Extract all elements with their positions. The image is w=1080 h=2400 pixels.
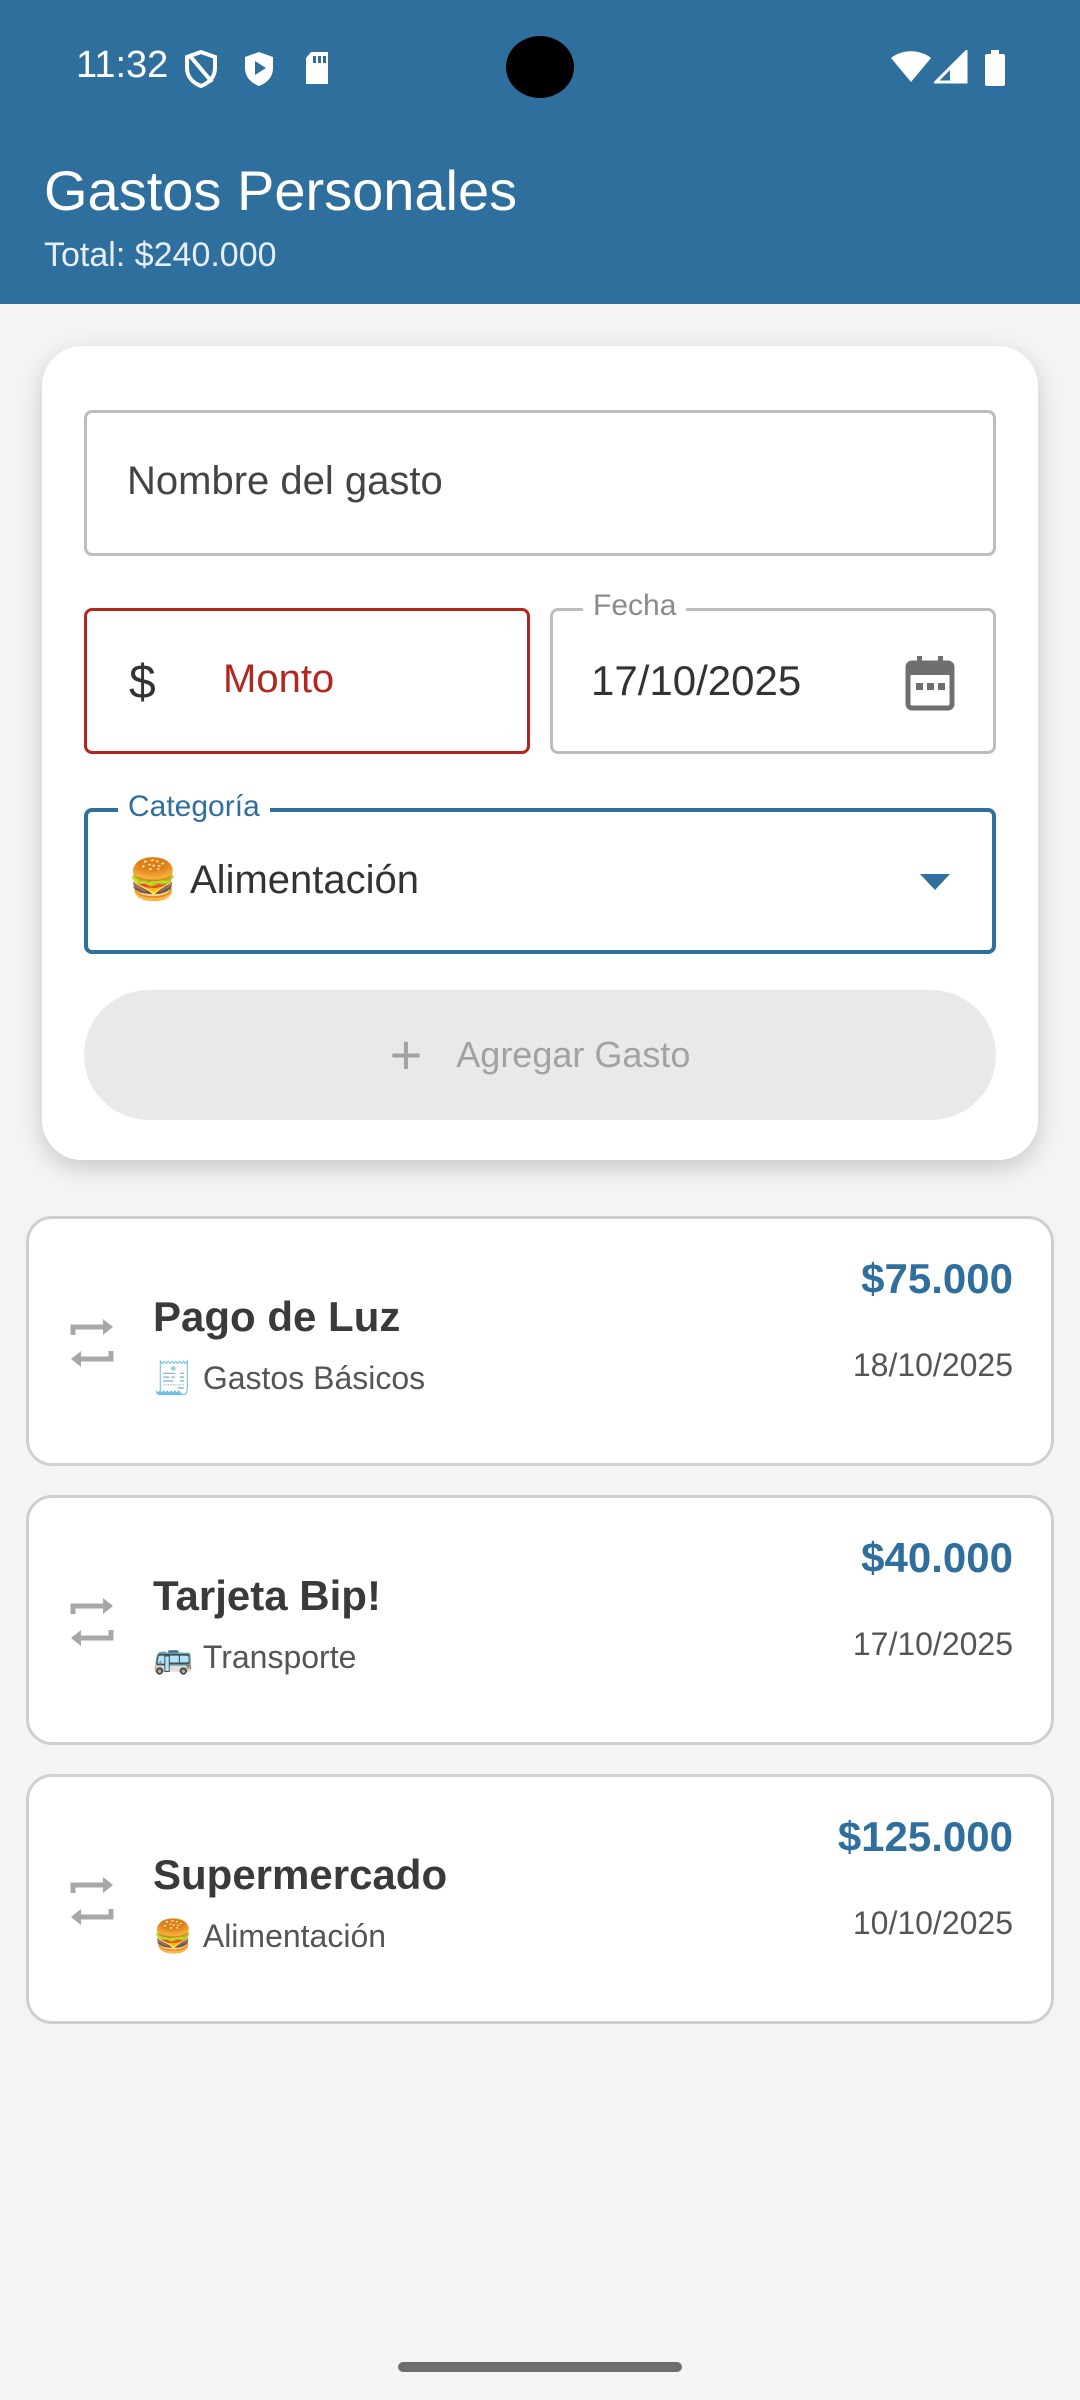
expense-amount: $40.000 [861, 1534, 1013, 1581]
signal-icon [934, 50, 968, 84]
currency-prefix: $ [129, 656, 156, 709]
expense-category: 🍔 Alimentación [153, 1917, 386, 1955]
amount-placeholder: Monto [223, 657, 335, 701]
expense-item[interactable]: Supermercado 🍔 Alimentación $125.000 10/1… [26, 1774, 1054, 2024]
category-emoji: 🍔 [128, 858, 178, 902]
total-amount: Total: $240.000 [44, 236, 277, 274]
date-label: Fecha [583, 589, 687, 623]
expense-category: 🚌 Transporte [153, 1638, 356, 1676]
date-value: 17/10/2025 [591, 657, 802, 704]
category-text: Gastos Básicos [202, 1360, 426, 1396]
chevron-down-icon[interactable] [920, 874, 950, 892]
category-text: Transporte [202, 1639, 357, 1675]
expense-category: 🧾 Gastos Básicos [153, 1359, 425, 1397]
repeat-icon [70, 1319, 114, 1367]
camera-cutout [506, 36, 574, 98]
add-expense-label: Agregar Gasto [456, 1034, 691, 1075]
expense-name: Tarjeta Bip! [153, 1572, 381, 1619]
expense-amount: $75.000 [861, 1255, 1013, 1302]
expense-name: Supermercado [153, 1851, 448, 1898]
category-emoji: 🧾 [153, 1360, 193, 1396]
battery-icon [985, 50, 1005, 86]
shield-outline-icon [185, 50, 217, 88]
category-label: Categoría [118, 790, 270, 824]
expense-amount: $125.000 [837, 1813, 1013, 1860]
plus-icon: + [389, 1023, 423, 1086]
status-time: 11:32 [76, 44, 169, 86]
repeat-icon [70, 1877, 114, 1925]
repeat-icon [70, 1598, 114, 1646]
category-emoji: 🚌 [153, 1639, 193, 1675]
wifi-icon [891, 51, 931, 82]
sd-card-icon [306, 52, 328, 84]
expense-name-field[interactable]: Nombre del gasto [84, 410, 996, 556]
home-indicator[interactable] [398, 2362, 682, 2372]
category-value: Alimentación [190, 858, 420, 902]
amount-field[interactable]: $ Monto [84, 608, 530, 754]
calendar-icon[interactable] [905, 655, 955, 711]
expense-name: Pago de Luz [153, 1293, 401, 1340]
expense-date: 17/10/2025 [852, 1626, 1013, 1662]
add-expense-form: Nombre del gasto $ Monto Fecha 17/10/202… [42, 346, 1038, 1160]
expense-date: 10/10/2025 [852, 1905, 1013, 1941]
page-title: Gastos Personales [44, 159, 518, 222]
date-field[interactable]: Fecha 17/10/2025 [550, 589, 996, 754]
status-bar: 11:32 [0, 0, 1080, 136]
category-dropdown[interactable]: Categoría 🍔 Alimentación [84, 790, 996, 954]
expense-date: 18/10/2025 [852, 1347, 1013, 1383]
app-bar: 11:32 Gastos Personales Total: $240.000 [0, 0, 1080, 304]
shield-play-icon [245, 52, 273, 86]
add-expense-button[interactable]: + Agregar Gasto [84, 990, 996, 1120]
category-emoji: 🍔 [153, 1918, 193, 1954]
category-text: Alimentación [202, 1918, 387, 1954]
expense-name-placeholder: Nombre del gasto [127, 459, 443, 503]
expense-item[interactable]: Pago de Luz 🧾 Gastos Básicos $75.000 18/1… [26, 1216, 1054, 1466]
expense-item[interactable]: Tarjeta Bip! 🚌 Transporte $40.000 17/10/2… [26, 1495, 1054, 1745]
